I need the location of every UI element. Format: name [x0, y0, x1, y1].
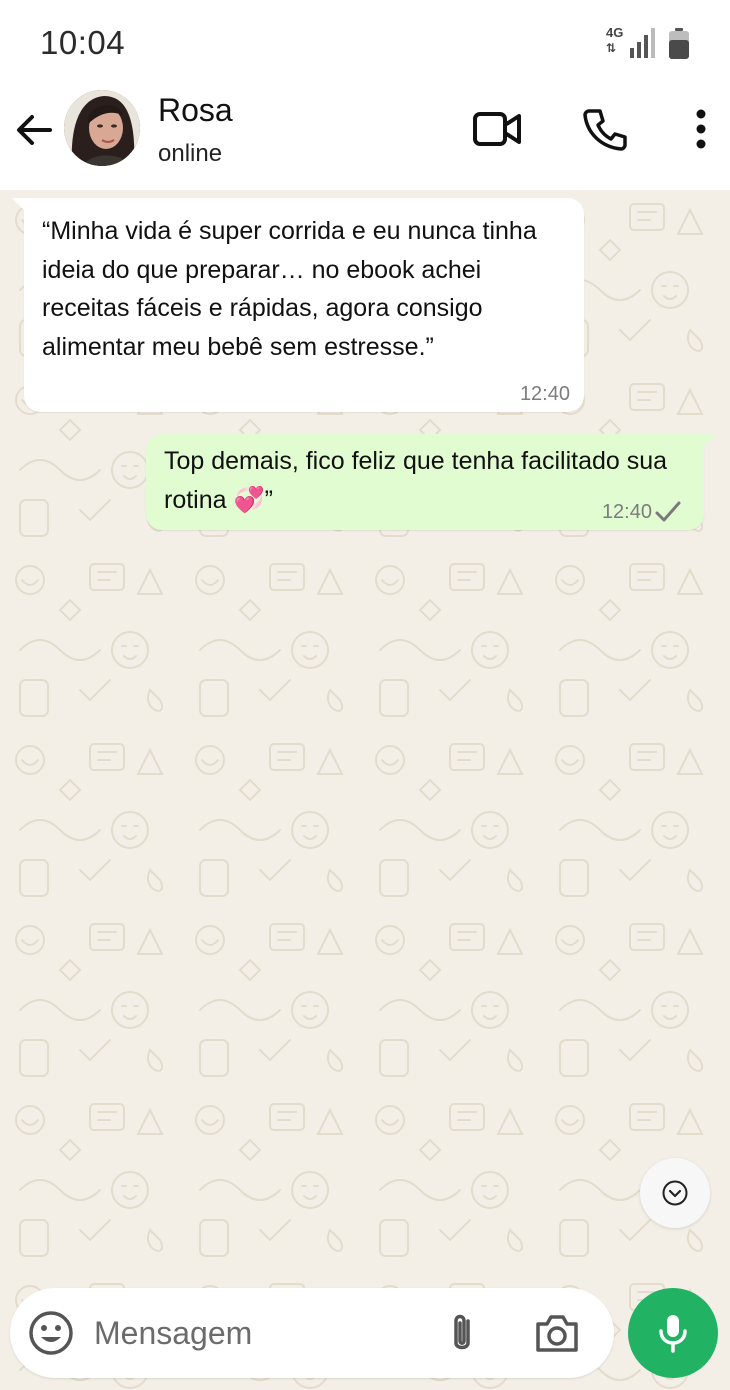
outgoing-message[interactable]: Top demais, fico feliz que tenha facilit… — [146, 434, 716, 530]
chat-area[interactable]: “Minha vida é super corrida e eu nunca t… — [0, 190, 730, 1390]
whatsapp-chat-screen: 10:04 4G ⇅ Rosa online “Minha vida é sup… — [0, 0, 730, 1390]
attach-icon[interactable] — [440, 1310, 484, 1356]
signal-icon — [630, 28, 655, 58]
scroll-to-bottom-button[interactable] — [640, 1158, 710, 1228]
chat-header: Rosa online — [0, 84, 730, 190]
contact-status: online — [158, 140, 223, 167]
avatar[interactable] — [64, 90, 140, 166]
message-text: “Minha vida é super corrida e eu nunca t… — [42, 217, 537, 361]
video-call-button[interactable] — [470, 104, 524, 154]
chevron-down-icon — [662, 1180, 688, 1206]
status-time: 10:04 — [40, 24, 126, 61]
battery-icon — [669, 28, 689, 59]
more-options-button[interactable] — [676, 104, 726, 154]
message-time: 12:40 — [601, 501, 652, 523]
emoji-icon[interactable] — [28, 1310, 74, 1356]
status-bar: 10:04 4G ⇅ — [0, 0, 730, 84]
more-options-icon — [696, 109, 706, 149]
message-composer — [10, 1288, 614, 1378]
message-time: 12:40 — [519, 383, 570, 405]
sent-check-icon — [655, 501, 681, 522]
video-call-icon — [473, 112, 521, 146]
network-4g-icon: 4G — [606, 25, 624, 40]
contact-name[interactable]: Rosa — [158, 92, 233, 129]
camera-icon[interactable] — [534, 1312, 580, 1354]
back-arrow-icon[interactable] — [14, 110, 54, 150]
mic-icon — [659, 1315, 687, 1353]
incoming-message[interactable]: “Minha vida é super corrida e eu nunca t… — [12, 198, 584, 412]
avatar-photo — [64, 90, 140, 166]
data-arrows-icon: ⇅ — [606, 41, 617, 55]
phone-icon — [583, 109, 627, 151]
voice-call-button[interactable] — [578, 104, 632, 154]
message-input[interactable] — [94, 1306, 394, 1360]
mic-button[interactable] — [628, 1288, 718, 1378]
